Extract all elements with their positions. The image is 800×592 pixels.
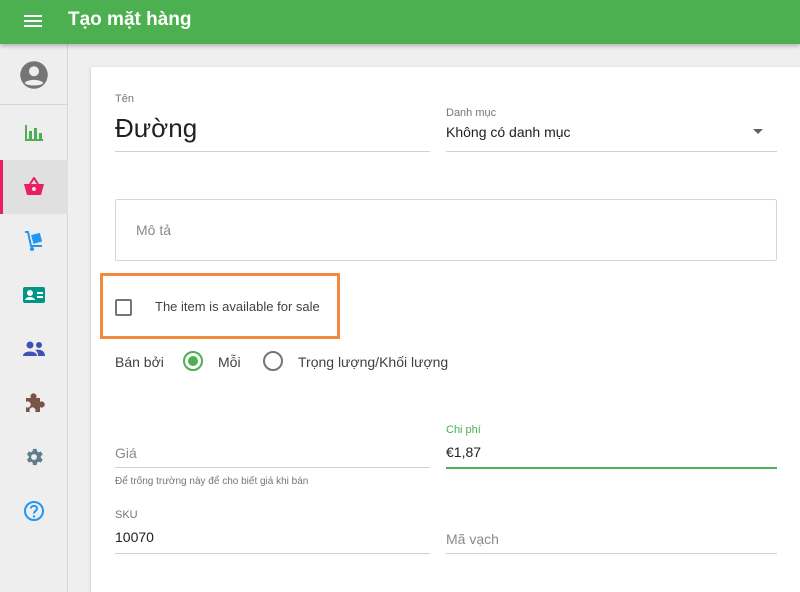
account-button[interactable] [0, 48, 68, 102]
category-select[interactable]: Không có danh mục [446, 124, 571, 140]
page-title: Tạo mặt hàng [68, 9, 192, 30]
price-hint: Để trống trường này để cho biết giá khi … [115, 476, 309, 487]
sku-input[interactable]: 10070 [115, 529, 154, 545]
sidebar-item-inventory[interactable] [0, 214, 68, 268]
sku-label: SKU [115, 509, 138, 521]
dolly-icon [25, 231, 43, 251]
price-input[interactable]: Giá [115, 445, 137, 461]
sidebar-item-employees[interactable] [0, 268, 68, 322]
category-label: Danh mục [446, 107, 497, 119]
puzzle-icon [26, 393, 45, 412]
sold-by-label: Bán bởi [115, 354, 164, 370]
barcode-input[interactable]: Mã vạch [446, 531, 499, 547]
basket-icon [24, 177, 44, 195]
sku-underline [115, 553, 430, 554]
cost-input[interactable]: €1,87 [446, 444, 481, 460]
sidebar-item-settings[interactable] [0, 430, 68, 484]
category-underline [446, 151, 777, 152]
description-field[interactable]: Mô tả [115, 199, 777, 261]
bar-chart-icon [25, 125, 43, 141]
sold-by-each-label: Mỗi [218, 354, 241, 370]
menu-icon[interactable] [22, 12, 44, 32]
app-bar: Tạo mặt hàng [0, 0, 800, 44]
name-label: Tên [115, 93, 134, 105]
available-for-sale-checkbox[interactable] [115, 299, 132, 316]
name-input[interactable]: Đường [115, 113, 197, 144]
sidebar-item-reports[interactable] [0, 106, 68, 160]
gear-icon [26, 448, 43, 466]
sold-by-weight-radio[interactable] [263, 351, 283, 371]
sidebar-divider [0, 104, 68, 105]
chevron-down-icon[interactable] [753, 129, 763, 134]
sidebar-item-help[interactable] [0, 484, 68, 538]
id-card-icon [23, 287, 45, 303]
help-icon [24, 501, 44, 521]
cost-underline [446, 467, 777, 469]
account-circle-icon [20, 61, 48, 89]
cost-label: Chi phí [446, 424, 481, 436]
sidebar-item-integrations[interactable] [0, 376, 68, 430]
sidebar-item-customers[interactable] [0, 322, 68, 376]
price-underline [115, 467, 430, 468]
description-placeholder: Mô tả [136, 222, 172, 238]
available-for-sale-label: The item is available for sale [155, 299, 320, 314]
sidebar-item-items[interactable] [0, 160, 68, 214]
people-icon [23, 341, 45, 356]
sold-by-each-radio[interactable] [183, 351, 203, 371]
sold-by-weight-label: Trọng lượng/Khối lượng [298, 354, 449, 370]
barcode-underline [446, 553, 777, 554]
name-underline [115, 151, 430, 152]
item-form-card: Tên Đường Danh mục Không có danh mục Mô … [91, 67, 800, 592]
sidebar [0, 44, 68, 592]
